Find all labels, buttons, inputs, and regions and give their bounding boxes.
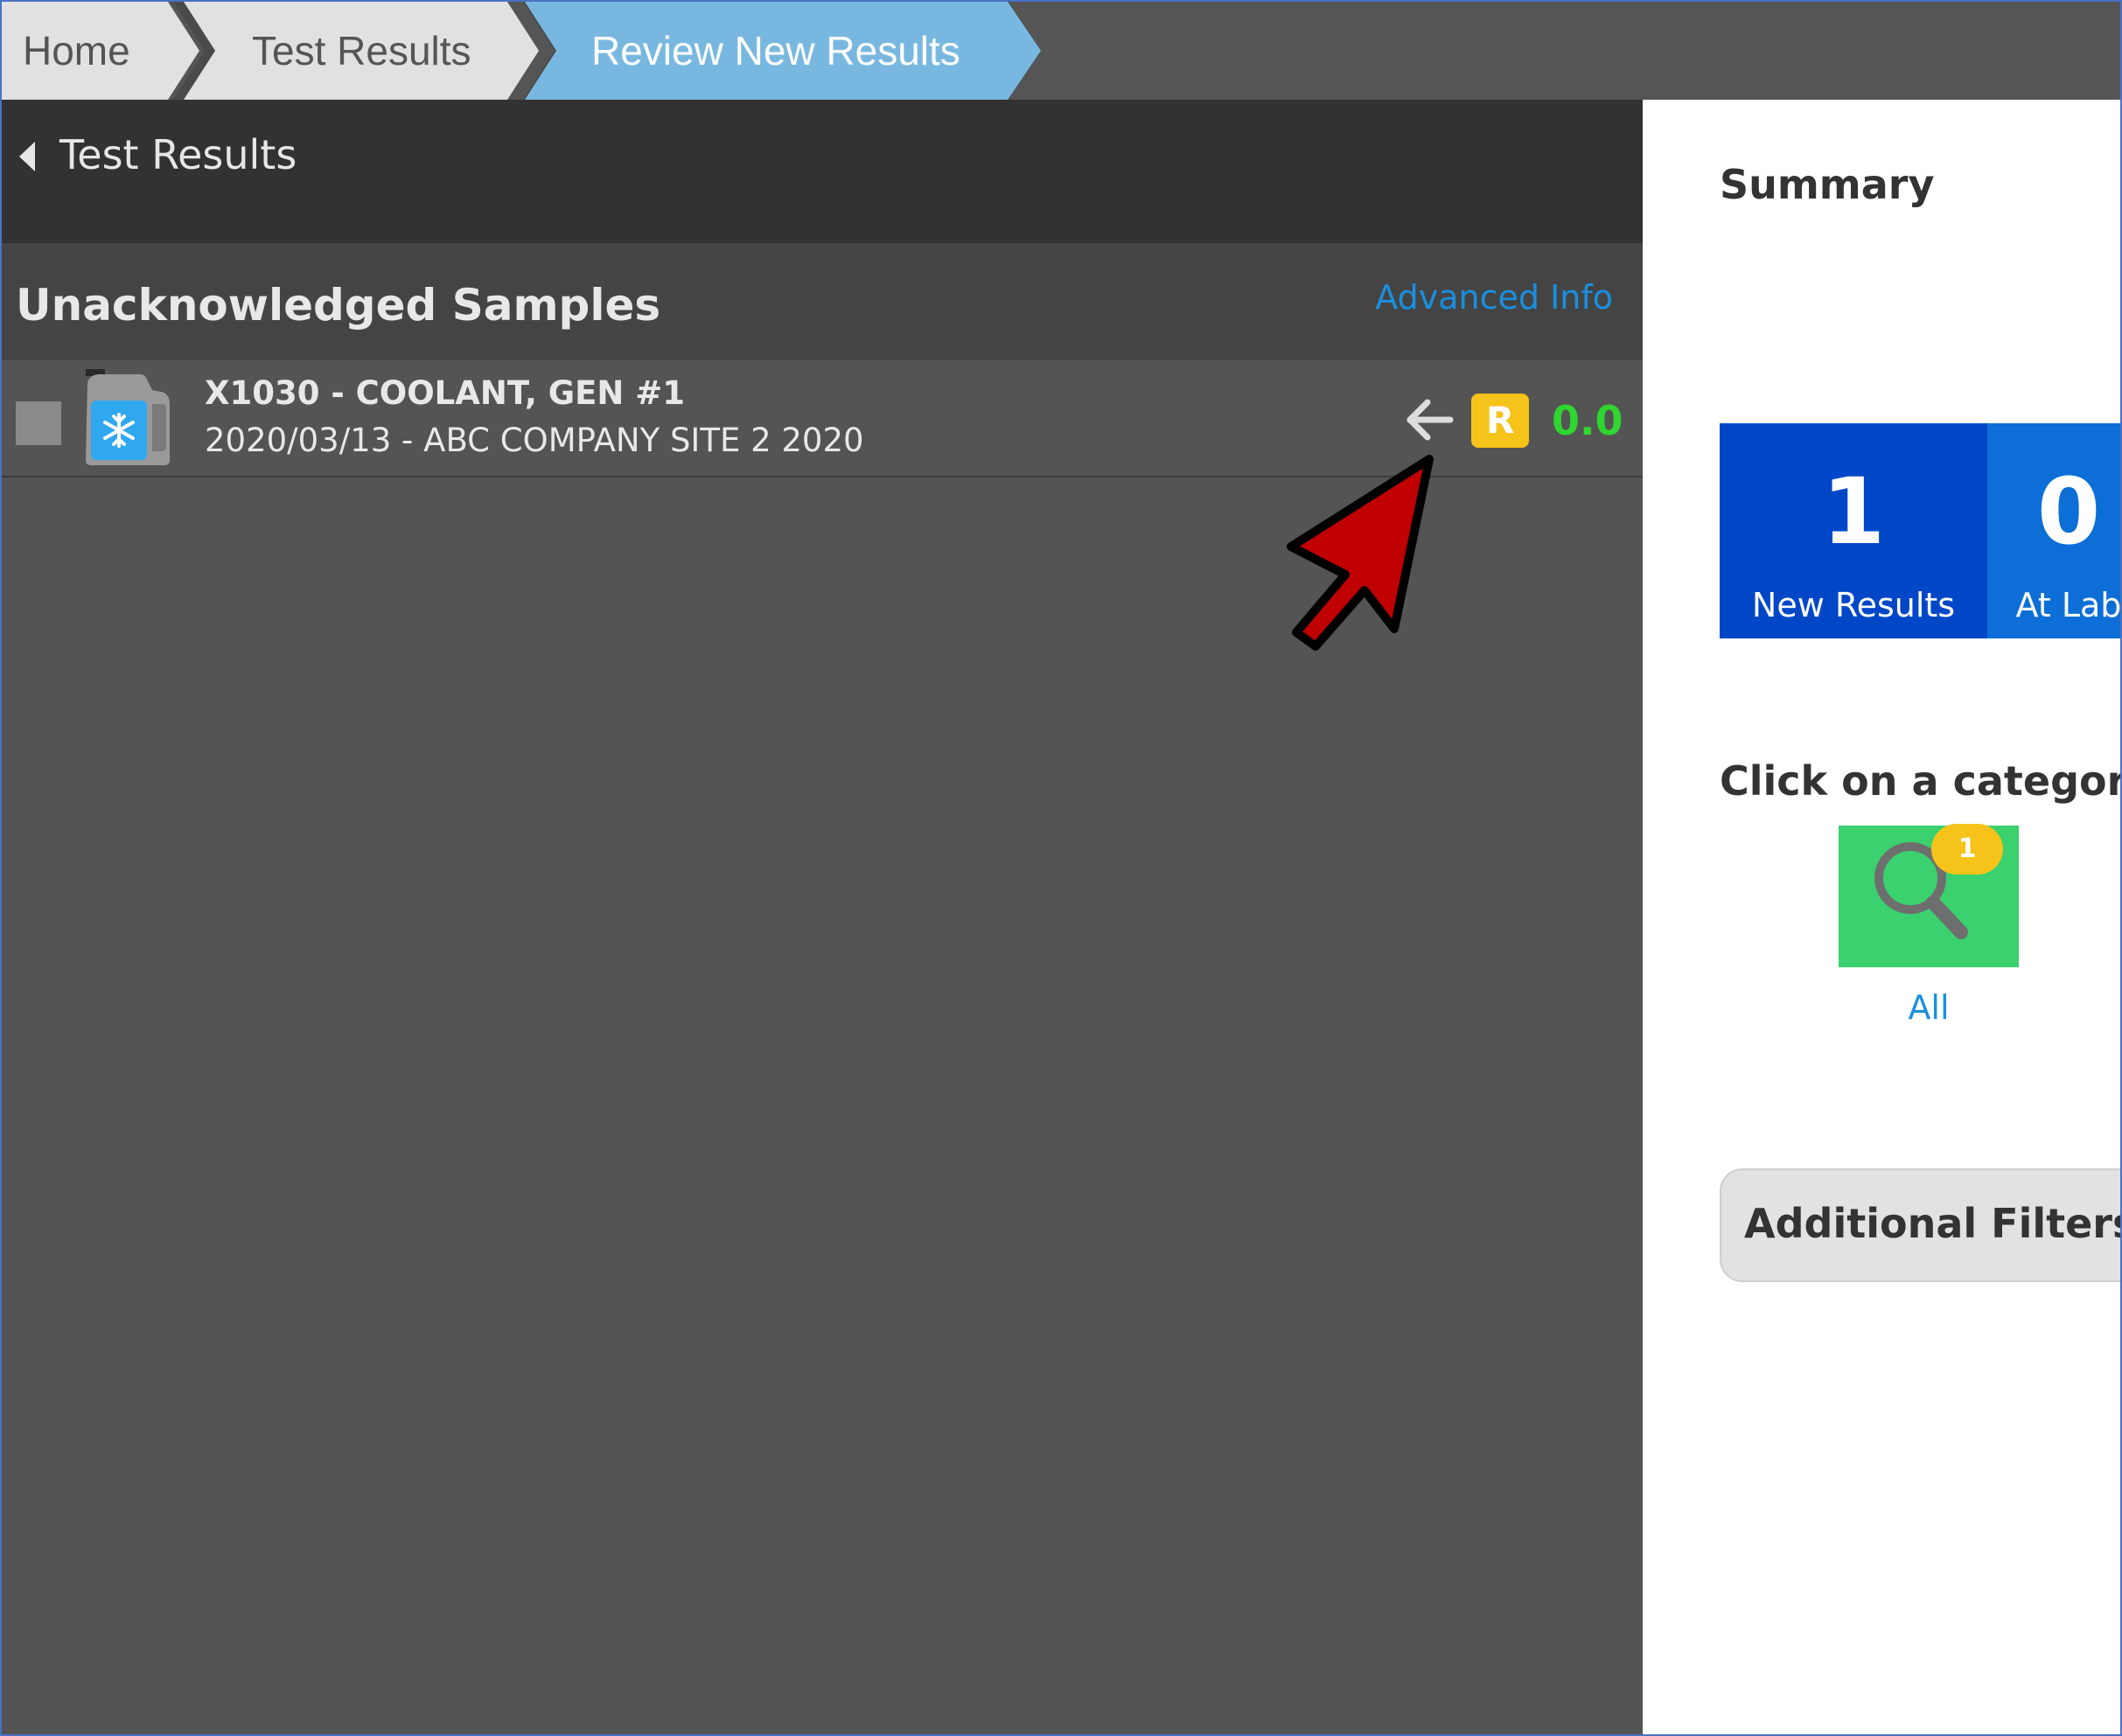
- at-lab-tile[interactable]: 0 At Lab: [1987, 423, 2120, 638]
- new-results-count: 1: [1821, 458, 1886, 565]
- breadcrumb: Home Test Results Review New Results: [2, 2, 2120, 100]
- status-badge: R: [1471, 394, 1529, 448]
- breadcrumb-review-new-results[interactable]: Review New Results: [591, 2, 960, 100]
- summary-title: Summary: [1720, 161, 1935, 208]
- section-title: Unacknowledged Samples: [16, 280, 661, 331]
- new-results-tile[interactable]: 1 New Results: [1720, 423, 1987, 638]
- breadcrumb-home[interactable]: Home: [23, 2, 130, 100]
- at-lab-label: At Lab: [2015, 586, 2120, 624]
- additional-filters-label: Additional Filters: [1744, 1200, 2120, 1247]
- at-lab-count: 0: [2036, 458, 2101, 565]
- additional-filters-toggle[interactable]: Additional Filters: [1720, 1168, 2120, 1282]
- breadcrumb-test-results[interactable]: Test Results: [252, 2, 471, 100]
- category-all-label[interactable]: All: [1839, 988, 2019, 1027]
- category-count-badge: 1: [1931, 824, 2003, 875]
- samples-panel: Test Results Unacknowledged Samples Adva…: [2, 100, 1643, 1734]
- sample-subtitle: 2020/03/13 - ABC COMPANY SITE 2 2020: [205, 422, 864, 459]
- back-link[interactable]: Test Results: [59, 131, 297, 178]
- new-results-label: New Results: [1751, 586, 1956, 624]
- advanced-info-link[interactable]: Advanced Info: [1375, 278, 1613, 317]
- summary-panel: Summary 1 New Results 0 At Lab Click on …: [1643, 100, 2120, 1734]
- coolant-jug-icon: [86, 369, 170, 465]
- arrow-left-icon[interactable]: [1405, 397, 1455, 443]
- red-arrow-pointer: [1287, 455, 1434, 651]
- sample-checkbox[interactable]: [16, 401, 61, 445]
- caret-left-icon[interactable]: [19, 142, 35, 171]
- category-prompt: Click on a category t: [1720, 757, 2120, 805]
- section-header: Unacknowledged Samples Advanced Info: [2, 243, 1643, 360]
- back-bar: Test Results: [2, 100, 1643, 243]
- sample-title[interactable]: X1030 - COOLANT, GEN #1: [205, 374, 685, 412]
- app-window: Home Test Results Review New Results Tes…: [0, 0, 2122, 1736]
- sample-score: 0.0: [1552, 397, 1623, 444]
